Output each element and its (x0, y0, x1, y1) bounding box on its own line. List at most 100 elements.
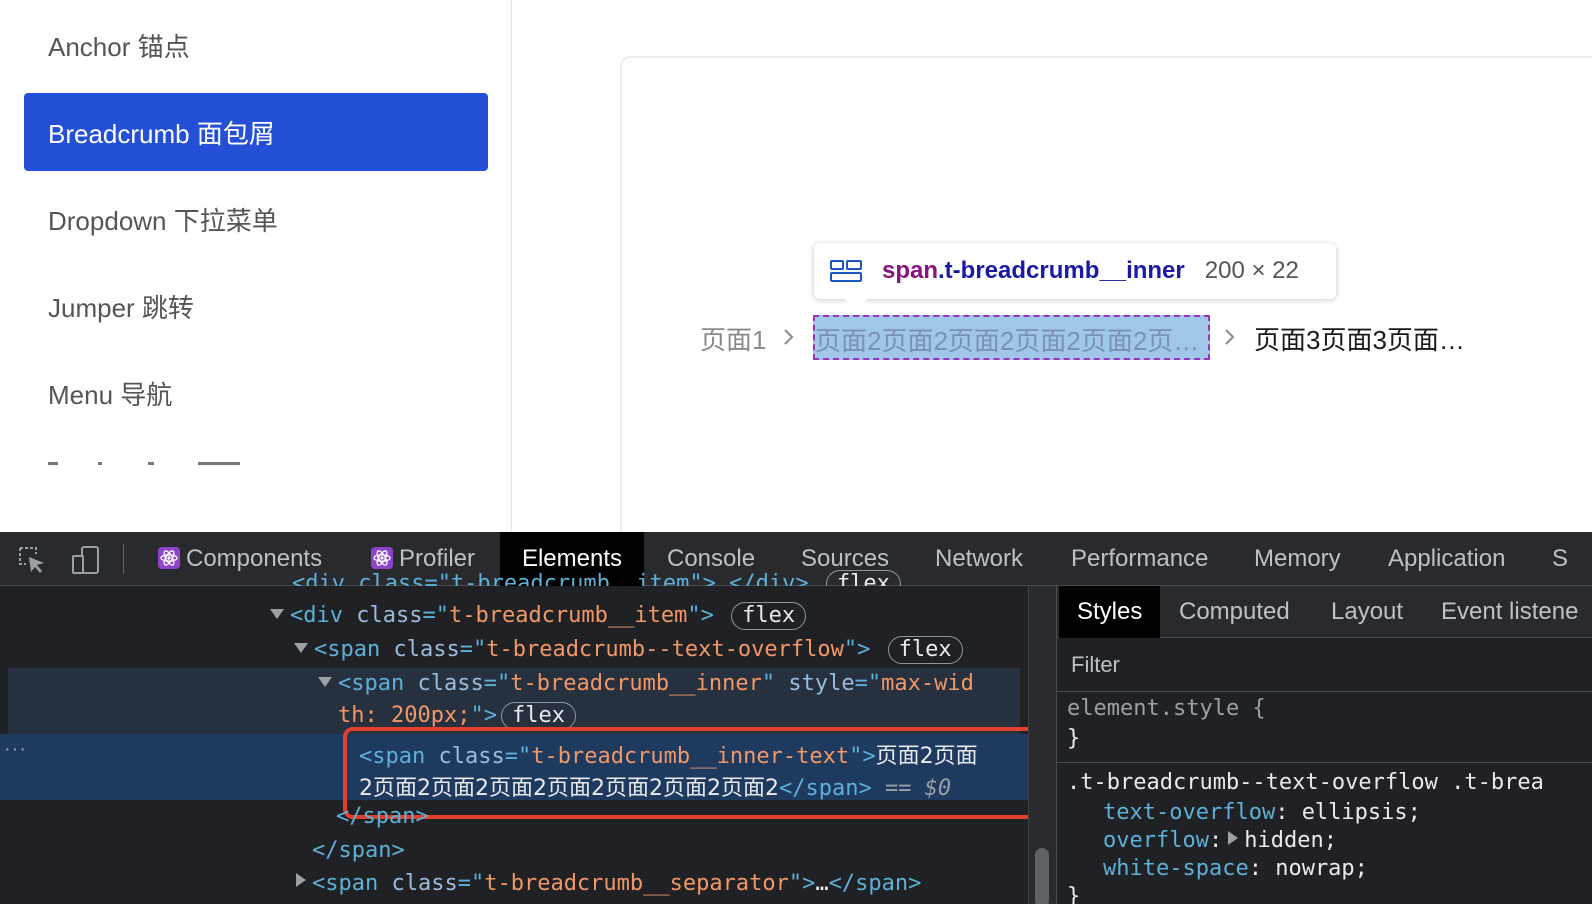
expand-triangle-icon[interactable] (318, 677, 332, 687)
device-toggle-icon[interactable] (70, 544, 102, 576)
annotation-highlight-box (343, 727, 1037, 819)
tab-label: Network (935, 545, 1024, 572)
dom-cut-ellipsis: … (715, 571, 730, 587)
expand-triangle-icon[interactable] (296, 873, 306, 887)
elements-scrollbar[interactable] (1028, 586, 1056, 904)
tab-layout[interactable]: Layout (1331, 586, 1403, 638)
tab-label: Memory (1254, 545, 1341, 572)
sidebar: Anchor 锚点 Breadcrumb 面包屑 Dropdown 下拉菜单 J… (0, 0, 512, 532)
css-property[interactable]: white-space (1103, 856, 1249, 881)
chevron-right-icon (784, 329, 794, 345)
css-property[interactable]: text-overflow (1103, 800, 1275, 825)
sidebar-item-breadcrumb[interactable]: Breadcrumb 面包屑 (24, 93, 488, 171)
row-actions-dots[interactable]: ··· (4, 738, 27, 761)
css-value[interactable]: ellipsis; (1302, 800, 1421, 825)
toolbar-divider (123, 544, 124, 574)
tab-label: S (1552, 545, 1569, 572)
tab-label: Layout (1331, 598, 1404, 625)
react-icon (371, 547, 393, 569)
dom-attr-name: class (417, 671, 484, 696)
css-declaration[interactable]: text-overflow: ellipsis; (1103, 800, 1421, 825)
dom-tag: <span (314, 637, 394, 662)
tab-computed[interactable]: Computed (1179, 586, 1290, 638)
dom-node-text-overflow[interactable]: <span class="t-breadcrumb--text-overflow… (294, 636, 963, 664)
scrollbar-thumb[interactable] (1035, 848, 1049, 904)
dom-node-separator[interactable]: <span class="t-breadcrumb__separator">…<… (296, 871, 921, 896)
flex-layout-icon (830, 260, 862, 282)
sidebar-item-dropdown[interactable]: Dropdown 下拉菜单 (24, 180, 488, 258)
flex-badge[interactable]: flex (500, 702, 576, 730)
dom-attr-name: class (391, 871, 458, 896)
app-area: Anchor 锚点 Breadcrumb 面包屑 Dropdown 下拉菜单 J… (0, 0, 1592, 532)
flex-badge[interactable]: flex (825, 570, 901, 586)
tab-memory[interactable]: Memory (1254, 532, 1341, 586)
dom-punct: =" (483, 671, 511, 696)
dom-node-inner[interactable]: <span class="t-breadcrumb__inner" style=… (318, 671, 974, 696)
expand-triangle-icon[interactable] (1228, 831, 1239, 845)
tab-overflow[interactable]: S (1552, 532, 1568, 586)
dom-punct: =" (459, 637, 487, 662)
dom-node-breadcrumb-item[interactable]: <div class="t-breadcrumb__item"> flex (270, 602, 807, 630)
dom-attr-name: class (393, 637, 460, 662)
css-brace: } (1067, 726, 1081, 751)
dom-close-tag[interactable]: </span> (312, 838, 405, 863)
inspect-tooltip: span .t-breadcrumb__inner 200 × 22 (814, 243, 1336, 311)
dom-attr-value: t-breadcrumb__inner (510, 671, 762, 696)
tab-styles[interactable]: Styles (1059, 586, 1161, 638)
dom-punct: "> (788, 871, 816, 896)
tab-label: Event listene (1441, 598, 1579, 625)
rule-selector[interactable]: .t-breadcrumb--text-overflow .t-brea (1067, 770, 1544, 795)
expand-triangle-icon[interactable] (270, 609, 284, 619)
dom-attr-value: t-breadcrumb__item (448, 603, 688, 628)
tooltip-class: .t-breadcrumb__inner (938, 257, 1185, 284)
styles-filter-row (1057, 638, 1592, 692)
dom-punct: "> (687, 603, 714, 628)
sidebar-item-label: Menu 导航 (48, 379, 173, 410)
breadcrumb-item-2[interactable]: 页面2页面2页面2页面2页面2页面2页面2页面2页面2 (815, 321, 1208, 358)
tab-label: Components (186, 545, 323, 572)
dom-attr-value: t-breadcrumb__separator (484, 871, 789, 896)
css-declaration[interactable]: white-space: nowrap; (1103, 856, 1368, 881)
styles-filter-input[interactable] (1057, 638, 1592, 692)
breadcrumb-item-2-highlight[interactable]: 页面2页面2页面2页面2页面2页面2页面2页面2页面2 (813, 315, 1210, 360)
tooltip-tag: span (882, 257, 939, 284)
dom-attr-value: th: 200px; (338, 703, 471, 728)
flex-badge[interactable]: flex (731, 602, 807, 630)
sidebar-item-cut-off[interactable] (48, 452, 248, 468)
tab-label: Computed (1179, 598, 1290, 625)
react-icon (158, 547, 180, 569)
tab-event-listeners[interactable]: Event listene (1441, 586, 1578, 638)
sidebar-item-label: Jumper 跳转 (48, 292, 194, 323)
dom-tag: </span> (336, 804, 429, 829)
tab-label: Performance (1071, 545, 1209, 572)
tab-label: Elements (521, 545, 623, 572)
element-style-selector[interactable]: element.style { (1067, 696, 1266, 721)
dom-close-tag[interactable]: </span> (336, 804, 429, 829)
tab-performance[interactable]: Performance (1071, 532, 1208, 586)
dom-attr-value: max-wid (881, 671, 974, 696)
breadcrumb-item-1[interactable]: 页面1 (700, 320, 766, 357)
css-value[interactable]: nowrap; (1275, 856, 1368, 881)
sidebar-item-anchor[interactable]: Anchor 锚点 (24, 6, 488, 84)
flex-badge[interactable]: flex (887, 636, 963, 664)
css-declaration[interactable]: overflow: hidden; (1103, 828, 1337, 853)
sidebar-item-label: Dropdown 下拉菜单 (48, 205, 278, 236)
tab-network[interactable]: Network (935, 532, 1023, 586)
dom-attr-value: t-breadcrumb--text-overflow (486, 637, 844, 662)
tab-application[interactable]: Application (1388, 532, 1505, 586)
inspect-element-icon[interactable] (16, 544, 48, 576)
sidebar-item-label: Anchor 锚点 (48, 31, 190, 62)
dom-line-cut[interactable]: <div class="t-breadcrumb__item">…</div> … (292, 570, 901, 586)
sidebar-item-jumper[interactable]: Jumper 跳转 (24, 267, 488, 345)
dom-tag: </span> (312, 838, 405, 863)
dom-punct: "> (843, 637, 871, 662)
dom-cut-open: <div class="t-breadcrumb__item"> (292, 571, 716, 587)
css-property[interactable]: overflow (1103, 828, 1209, 853)
expand-triangle-icon[interactable] (294, 643, 308, 653)
dom-punct: "> (470, 703, 497, 728)
sidebar-item-menu[interactable]: Menu 导航 (24, 354, 488, 432)
css-brace: } (1067, 884, 1081, 904)
css-value[interactable]: hidden; (1244, 828, 1337, 853)
dom-node-inner-wrap[interactable]: th: 200px;"> flex (338, 702, 576, 730)
breadcrumb-item-3[interactable]: 页面3页面3页面… (1254, 320, 1465, 357)
